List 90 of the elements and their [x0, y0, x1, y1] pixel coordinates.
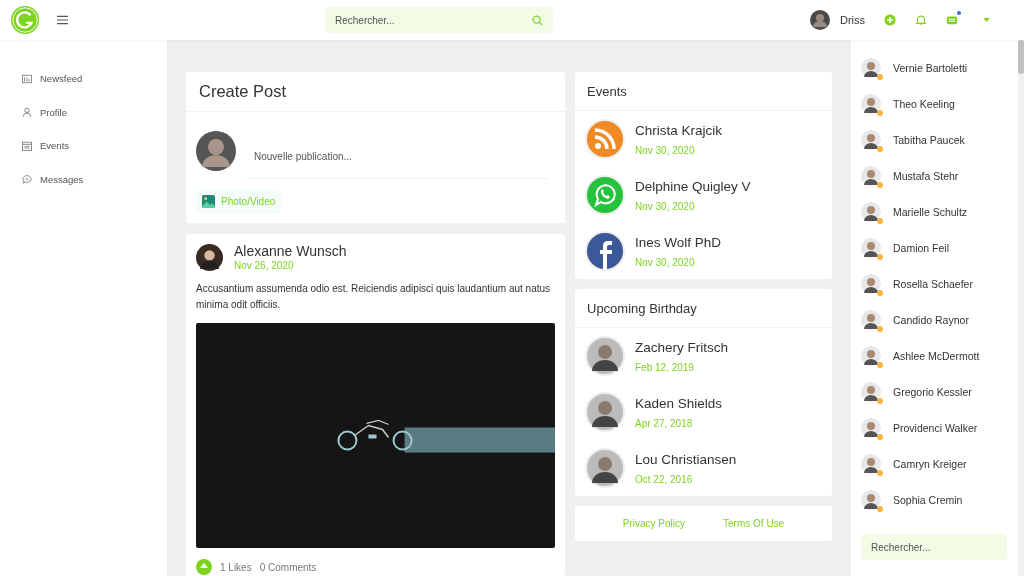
- avatar-icon: [196, 243, 223, 271]
- contact-name[interactable]: Sophia Cremin: [893, 494, 963, 506]
- card-title: Upcoming Birthday: [575, 289, 832, 328]
- birthday-date: Oct 22, 2016: [635, 473, 694, 485]
- avatar-icon: [585, 336, 625, 376]
- avatar-icon: [861, 94, 881, 114]
- nav-item[interactable]: Events: [0, 129, 167, 163]
- avatar-icon: [861, 310, 881, 330]
- avatar-icon: [861, 418, 881, 438]
- status-dot: [877, 290, 883, 296]
- person-name[interactable]: Kaden Shields: [635, 395, 723, 411]
- contact-name[interactable]: Camryn Kreiger: [893, 458, 967, 470]
- search-field[interactable]: Rechercher...: [325, 7, 553, 33]
- avatar-icon: [585, 392, 625, 432]
- scrollbar[interactable]: [1018, 40, 1024, 576]
- status-dot: [877, 182, 883, 188]
- message-icon[interactable]: [946, 14, 958, 26]
- event-name[interactable]: Christa Krajcik: [635, 122, 723, 138]
- avatar-icon: [861, 202, 881, 222]
- avatar-icon: [861, 490, 881, 510]
- nav-icon: [22, 140, 32, 151]
- logo-icon[interactable]: [10, 5, 40, 35]
- event-icon: [585, 119, 625, 159]
- likes-count[interactable]: 1 Likes: [220, 561, 252, 573]
- contact-name[interactable]: Theo Keeling: [893, 98, 955, 110]
- avatar-icon: [861, 238, 881, 258]
- status-dot: [877, 398, 883, 404]
- like-icon[interactable]: [196, 559, 212, 575]
- nav-icon: [22, 107, 32, 118]
- person-name[interactable]: Zachery Fritsch: [635, 339, 729, 355]
- status-dot: [877, 110, 883, 116]
- caret-icon[interactable]: [983, 18, 990, 22]
- contact-name[interactable]: Mustafa Stehr: [893, 170, 959, 182]
- user-name[interactable]: Driss: [839, 14, 865, 26]
- scrollbar-thumb[interactable]: [1018, 40, 1024, 74]
- avatar-icon: [861, 382, 881, 402]
- card-title: Create Post: [186, 72, 565, 112]
- avatar-icon: [861, 346, 881, 366]
- contact-name[interactable]: Candido Raynor: [893, 314, 969, 326]
- status-dot: [877, 470, 883, 476]
- status-dot: [877, 146, 883, 152]
- menu-icon[interactable]: [57, 15, 68, 25]
- post-text: Accusantium assumenda odio est. Reiciendis adipisci quis laudantium aut natus minima odit officiis.: [196, 282, 552, 312]
- nav-icon: [22, 174, 32, 185]
- contact-name[interactable]: Marielle Schultz: [893, 206, 968, 218]
- avatar-icon: [585, 448, 625, 488]
- status-dot: [877, 326, 883, 332]
- birthday-date: Apr 27, 2018: [635, 417, 694, 429]
- status-dot: [877, 218, 883, 224]
- comments-count[interactable]: 0 Comments: [259, 561, 317, 573]
- event-date: Nov 30, 2020: [635, 256, 696, 268]
- author-name[interactable]: Alexanne Wunsch: [234, 243, 347, 259]
- event-date: Nov 30, 2020: [635, 200, 696, 212]
- birthday-date: Feb 12, 2019: [635, 361, 695, 373]
- contact-search-field[interactable]: Rechercher...: [861, 534, 1007, 560]
- contact-name[interactable]: Vernie Bartoletti: [893, 62, 968, 74]
- bell-icon[interactable]: [915, 14, 927, 26]
- add-icon[interactable]: [884, 14, 896, 26]
- avatar-icon[interactable]: [809, 10, 830, 30]
- event-icon: [585, 175, 625, 215]
- contact-name[interactable]: Ashlee McDermott: [893, 350, 980, 362]
- post-date: Nov 26, 2020: [234, 260, 295, 271]
- nav-icon: [22, 73, 32, 84]
- status-dot: [877, 254, 883, 260]
- search-icon[interactable]: [532, 14, 543, 26]
- contact-name[interactable]: Providenci Walker: [893, 422, 978, 434]
- avatar-icon: [196, 130, 236, 171]
- person-name[interactable]: Lou Christiansen: [635, 451, 737, 467]
- avatar-icon: [861, 274, 881, 294]
- contact-name[interactable]: Rosella Schaefer: [893, 278, 973, 290]
- event-name[interactable]: Ines Wolf PhD: [635, 234, 722, 250]
- status-dot: [877, 506, 883, 512]
- status-dot: [877, 434, 883, 440]
- avatar-icon: [861, 166, 881, 186]
- image-icon: [202, 195, 215, 208]
- contact-name[interactable]: Damion Feil: [893, 242, 950, 254]
- card-title: Events: [575, 72, 832, 111]
- avatar-icon: [861, 454, 881, 474]
- status-dot: [877, 362, 883, 368]
- nav-item[interactable]: Newsfeed: [0, 62, 167, 96]
- event-date: Nov 30, 2020: [635, 144, 696, 156]
- event-icon: [585, 231, 625, 271]
- contact-name[interactable]: Gregorio Kessler: [893, 386, 972, 398]
- nav-item[interactable]: Profile: [0, 95, 167, 129]
- avatar-icon: [861, 58, 881, 78]
- contact-name[interactable]: Tabitha Paucek: [893, 134, 965, 146]
- event-name[interactable]: Delphine Quigley V: [635, 178, 751, 194]
- status-dot: [877, 74, 883, 80]
- avatar-icon: [861, 130, 881, 150]
- nav-item[interactable]: Messages: [0, 162, 167, 196]
